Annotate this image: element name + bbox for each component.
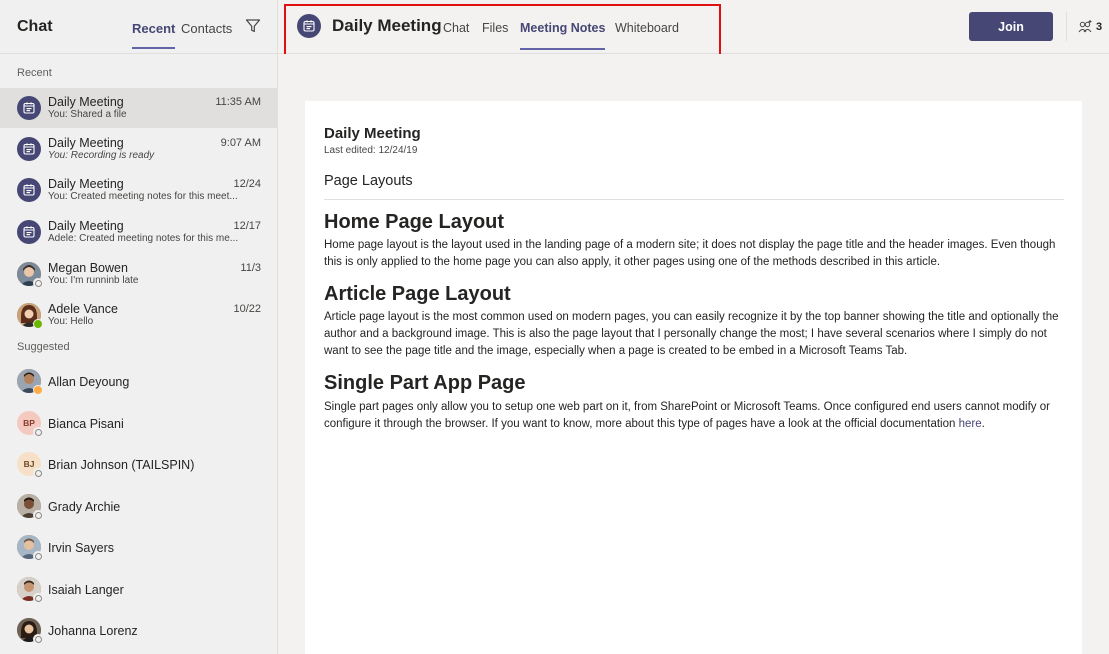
suggested-name: Isaiah Langer bbox=[48, 583, 124, 597]
suggested-grady-archie[interactable]: Grady Archie bbox=[0, 487, 277, 527]
meeting-avatar bbox=[17, 178, 41, 202]
chat-time: 12/24 bbox=[233, 178, 261, 190]
suggested-name: Johanna Lorenz bbox=[48, 624, 138, 638]
section-title[interactable]: Page Layouts bbox=[324, 173, 413, 189]
document-toolbar-strip bbox=[305, 69, 1082, 101]
tab-whiteboard[interactable]: Whiteboard bbox=[615, 21, 679, 35]
tab-meeting-notes[interactable]: Meeting Notes bbox=[520, 21, 606, 50]
presence-offline-icon bbox=[33, 278, 43, 288]
chat-name: Adele Vance bbox=[48, 302, 118, 316]
chat-item-daily-meeting-3[interactable]: Daily Meeting You: Created meeting notes… bbox=[0, 170, 277, 210]
document-title: Daily Meeting bbox=[324, 125, 421, 142]
calendar-icon bbox=[23, 184, 35, 196]
calendar-icon bbox=[303, 20, 315, 32]
meeting-avatar bbox=[17, 220, 41, 244]
chat-item-daily-meeting-4[interactable]: Daily Meeting Adele: Created meeting not… bbox=[0, 212, 277, 252]
chat-list-pane: Chat Recent Contacts Recent Daily Meetin… bbox=[0, 0, 278, 654]
suggested-brian-johnson[interactable]: BJ Brian Johnson (TAILSPIN) bbox=[0, 445, 277, 485]
suggested-section-label: Suggested bbox=[17, 341, 70, 353]
paragraph-text: Single part pages only allow you to setu… bbox=[324, 401, 1050, 430]
chat-time: 12/17 bbox=[233, 220, 261, 232]
presence-offline-icon bbox=[33, 634, 43, 644]
last-edited: Last edited: 12/24/19 bbox=[324, 145, 418, 156]
chat-preview: You: Created meeting notes for this meet… bbox=[48, 191, 238, 202]
suggested-name: Grady Archie bbox=[48, 500, 121, 514]
tab-chat[interactable]: Chat bbox=[443, 21, 469, 35]
paragraph-single-part-app-page: Single part pages only allow you to setu… bbox=[324, 399, 1066, 433]
calendar-icon bbox=[23, 226, 35, 238]
meeting-avatar bbox=[17, 96, 41, 120]
presence-available-icon bbox=[33, 319, 43, 329]
meeting-notes-document: Daily Meeting Last edited: 12/24/19 Page… bbox=[305, 69, 1082, 654]
presence-offline-icon bbox=[33, 427, 43, 437]
tab-files[interactable]: Files bbox=[482, 21, 508, 35]
calendar-icon bbox=[23, 102, 35, 114]
presence-offline-icon bbox=[33, 510, 43, 520]
presence-offline-icon bbox=[33, 551, 43, 561]
chat-item-daily-meeting-1[interactable]: Daily Meeting You: Shared a file 11:35 A… bbox=[0, 88, 277, 128]
heading-article-page-layout: Article Page Layout bbox=[324, 283, 511, 305]
teams-app: Chat Recent Contacts Recent Daily Meetin… bbox=[0, 0, 1109, 654]
participants-button[interactable]: 3 bbox=[1077, 17, 1102, 37]
suggested-johanna-lorenz[interactable]: Johanna Lorenz bbox=[0, 611, 277, 651]
chat-name: Daily Meeting bbox=[48, 95, 124, 109]
meeting-avatar bbox=[297, 14, 321, 38]
chat-item-megan-bowen[interactable]: Megan Bowen You: I'm runninb late 11/3 bbox=[0, 254, 277, 294]
documentation-link[interactable]: here bbox=[959, 418, 982, 430]
chat-time: 9:07 AM bbox=[220, 137, 261, 149]
chat-preview: You: Shared a file bbox=[48, 109, 127, 120]
paragraph-home-page-layout: Home page layout is the layout used in t… bbox=[324, 239, 1056, 268]
heading-home-page-layout: Home Page Layout bbox=[324, 211, 505, 233]
heading-single-part-app-page: Single Part App Page bbox=[324, 372, 526, 394]
chat-preview: Adele: Created meeting notes for this me… bbox=[48, 233, 239, 244]
filter-icon[interactable] bbox=[245, 18, 261, 34]
presence-offline-icon bbox=[33, 468, 43, 478]
suggested-name: Allan Deyoung bbox=[48, 375, 130, 389]
chat-name: Daily Meeting bbox=[48, 136, 124, 150]
suggested-name: Brian Johnson (TAILSPIN) bbox=[48, 458, 195, 472]
meeting-avatar bbox=[17, 137, 41, 161]
paragraph-article-page-layout: Article page layout is the most common u… bbox=[324, 311, 1059, 357]
presence-offline-icon bbox=[33, 593, 43, 603]
chat-time: 11:35 AM bbox=[215, 96, 261, 108]
chat-preview: You: Recording is ready bbox=[48, 150, 155, 161]
suggested-name: Bianca Pisani bbox=[48, 417, 124, 431]
meeting-title: Daily Meeting bbox=[332, 16, 442, 35]
chat-preview: You: I'm runninb late bbox=[48, 275, 139, 286]
tab-recent[interactable]: Recent bbox=[132, 21, 176, 49]
recent-section-label: Recent bbox=[17, 67, 52, 79]
suggested-allan-deyoung[interactable]: Allan Deyoung bbox=[0, 362, 277, 402]
chat-name: Daily Meeting bbox=[48, 177, 124, 191]
paragraph-end: . bbox=[981, 418, 985, 430]
chat-time: 10/22 bbox=[233, 303, 261, 315]
participant-count: 3 bbox=[1096, 21, 1103, 33]
divider bbox=[1066, 12, 1067, 41]
suggested-irvin-sayers[interactable]: Irvin Sayers bbox=[0, 528, 277, 568]
chat-name: Daily Meeting bbox=[48, 219, 124, 233]
chat-item-daily-meeting-2[interactable]: Daily Meeting You: Recording is ready 9:… bbox=[0, 129, 277, 169]
chat-list-header: Chat Recent Contacts bbox=[0, 0, 277, 54]
presence-away-icon bbox=[33, 385, 43, 395]
chat-preview: You: Hello bbox=[48, 316, 94, 327]
join-button[interactable]: Join bbox=[969, 12, 1053, 41]
tab-contacts[interactable]: Contacts bbox=[181, 21, 232, 36]
suggested-isaiah-langer[interactable]: Isaiah Langer bbox=[0, 570, 277, 610]
chat-item-adele-vance[interactable]: Adele Vance You: Hello 10/22 bbox=[0, 295, 277, 335]
suggested-bianca-pisani[interactable]: BP Bianca Pisani bbox=[0, 404, 277, 444]
suggested-name: Irvin Sayers bbox=[48, 541, 114, 555]
chat-name: Megan Bowen bbox=[48, 261, 128, 275]
people-add-icon bbox=[1078, 20, 1092, 33]
calendar-icon bbox=[23, 143, 35, 155]
chat-time: 11/3 bbox=[240, 262, 261, 274]
chat-pane-title: Chat bbox=[17, 18, 53, 35]
divider bbox=[324, 199, 1064, 200]
